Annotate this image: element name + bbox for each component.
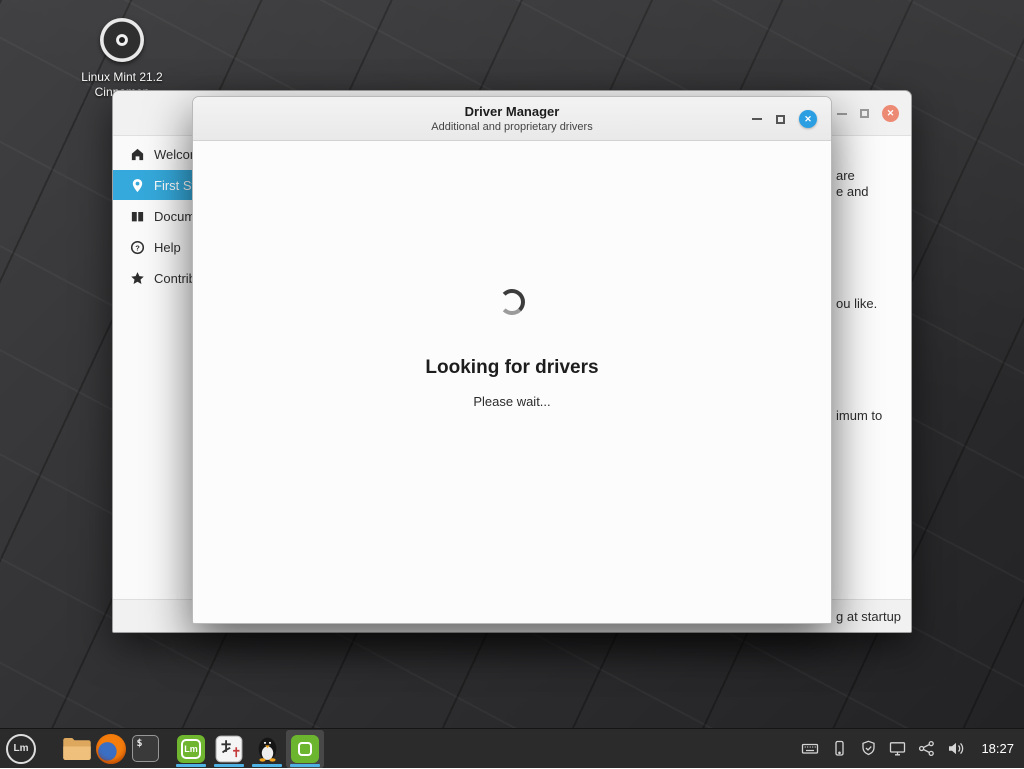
- firefox-icon: [96, 734, 126, 764]
- shield-icon[interactable]: [860, 740, 877, 757]
- disc-icon: [100, 18, 144, 62]
- close-icon[interactable]: ✕: [799, 110, 817, 128]
- window-button-welcome[interactable]: Lm: [172, 730, 210, 768]
- icon-label-line1: Linux Mint 21.2: [67, 70, 177, 85]
- mint-logo-glyph: Lm: [181, 739, 201, 759]
- window-subtitle: Additional and proprietary drivers: [193, 121, 831, 133]
- files-icon: [62, 736, 92, 762]
- home-icon: [130, 147, 145, 162]
- loading-spinner: [499, 289, 525, 315]
- minimize-icon[interactable]: [752, 118, 762, 120]
- pin-icon: [130, 178, 145, 193]
- taskbar-panel: Lm $ Lm: [0, 728, 1024, 768]
- text-fragment: e and: [836, 184, 869, 200]
- text-fragment: ou like.: [836, 296, 877, 312]
- mint-menu-icon[interactable]: Lm: [6, 734, 36, 764]
- svg-text:?: ?: [135, 243, 140, 252]
- driver-manager-body: Looking for drivers Please wait...: [193, 141, 831, 623]
- network-icon[interactable]: [918, 740, 935, 757]
- text-fragment: imum to: [836, 408, 882, 424]
- system-tray: 18:27: [801, 740, 1024, 757]
- desktop-background: Linux Mint 21.2 Cinnamon ✕ Welcome First…: [0, 0, 1024, 768]
- text-fragment: are: [836, 168, 855, 184]
- input-method-icon: [215, 735, 243, 763]
- book-icon: [130, 209, 145, 224]
- tux-icon: [255, 735, 280, 762]
- window-title: Driver Manager: [193, 104, 831, 119]
- keyboard-icon[interactable]: [801, 740, 819, 757]
- driver-manager-icon: [291, 735, 319, 763]
- status-heading: Looking for drivers: [425, 357, 598, 379]
- display-icon[interactable]: [889, 740, 906, 757]
- maximize-icon[interactable]: [776, 115, 785, 124]
- files-launcher[interactable]: [60, 730, 94, 768]
- clock[interactable]: 18:27: [981, 741, 1014, 756]
- phone-icon[interactable]: [831, 740, 848, 757]
- firefox-launcher[interactable]: [94, 730, 128, 768]
- window-button-driver-manager[interactable]: [286, 730, 324, 768]
- help-icon: ?: [130, 240, 145, 255]
- terminal-launcher[interactable]: $: [128, 730, 162, 768]
- driver-manager-window: Driver Manager Additional and proprietar…: [192, 96, 832, 624]
- window-active-indicator: [290, 764, 320, 767]
- mint-menu-label: Lm: [14, 743, 29, 754]
- window-active-indicator: [252, 764, 282, 767]
- volume-icon[interactable]: [947, 740, 965, 757]
- sidebar-item-label: Help: [154, 240, 181, 255]
- maximize-icon[interactable]: [860, 109, 869, 118]
- driver-manager-titlebar[interactable]: Driver Manager Additional and proprietar…: [193, 97, 831, 141]
- desktop-icon-linux-mint[interactable]: Linux Mint 21.2 Cinnamon: [67, 18, 177, 100]
- window-active-indicator: [214, 764, 244, 767]
- window-button-xterm[interactable]: [248, 730, 286, 768]
- startup-checkbox-label[interactable]: g at startup: [836, 609, 901, 624]
- status-text: Please wait...: [473, 394, 550, 409]
- mint-welcome-icon: Lm: [177, 735, 205, 763]
- star-icon: [130, 271, 145, 286]
- terminal-icon: $: [132, 735, 159, 762]
- close-icon[interactable]: ✕: [882, 105, 899, 122]
- window-list: Lm: [172, 729, 324, 769]
- window-active-indicator: [176, 764, 206, 767]
- window-button-input-method[interactable]: [210, 730, 248, 768]
- minimize-icon[interactable]: [837, 113, 847, 115]
